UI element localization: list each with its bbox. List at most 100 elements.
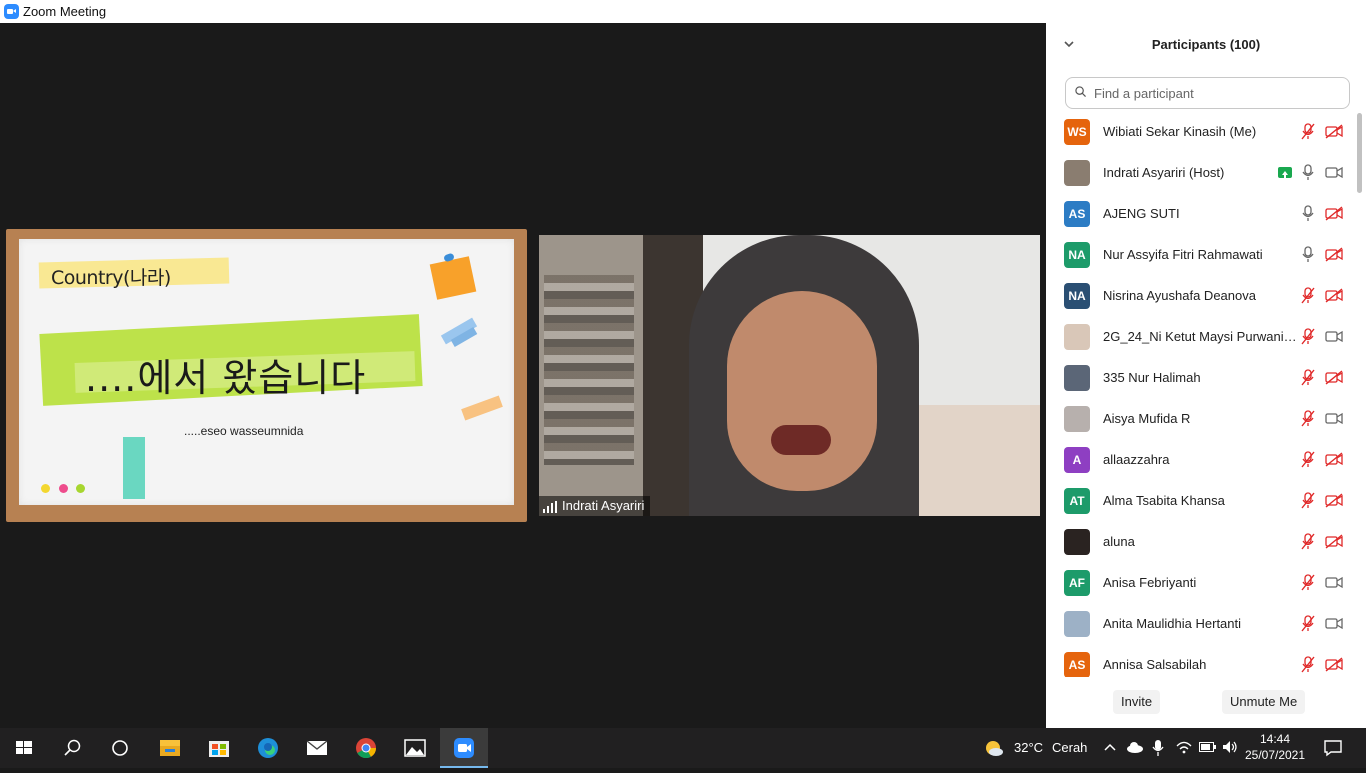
chevron-up-icon[interactable]	[1103, 742, 1117, 752]
muted-microphone-icon[interactable]	[1301, 451, 1315, 468]
slide-country-label: Country(나라)	[51, 267, 171, 289]
video-off-icon[interactable]	[1325, 657, 1343, 672]
slide-korean-text: ....에서 왔습니다	[85, 356, 367, 400]
teal-rectangle-decoration	[123, 437, 145, 499]
microsoft-store-icon[interactable]	[195, 728, 243, 768]
volume-icon[interactable]	[1222, 740, 1238, 754]
muted-microphone-icon[interactable]	[1301, 533, 1315, 550]
mail-icon[interactable]	[293, 728, 341, 768]
edge-icon[interactable]	[244, 728, 292, 768]
participant-name: Annisa Salsabilah	[1103, 657, 1207, 672]
weather-icon[interactable]	[984, 739, 1004, 757]
screen-share-indicator-icon	[1278, 167, 1292, 178]
video-off-icon[interactable]	[1325, 534, 1343, 549]
participant-list-scrollbar[interactable]	[1355, 111, 1363, 677]
weather-condition[interactable]: Cerah	[1052, 740, 1087, 755]
video-camera-icon[interactable]	[1325, 329, 1343, 344]
video-camera-icon[interactable]	[1325, 616, 1343, 631]
participants-title: Participants (100)	[1151, 37, 1261, 52]
video-participant-name: Indrati Asyariri	[562, 498, 645, 513]
participant-row[interactable]: Aallaazzahra	[1046, 439, 1356, 480]
participant-row[interactable]: AS Annisa Salsabilah	[1046, 644, 1356, 677]
participant-video[interactable]: Indrati Asyariri	[539, 235, 1040, 516]
participant-row[interactable]: Anita Maulidhia Hertanti	[1046, 603, 1356, 644]
video-camera-icon[interactable]	[1325, 575, 1343, 590]
onedrive-icon[interactable]	[1126, 741, 1144, 753]
chrome-icon[interactable]	[342, 728, 390, 768]
file-explorer-icon[interactable]	[146, 728, 194, 768]
participant-row[interactable]: NA Nur Assyifa Fitri Rahmawati	[1046, 234, 1356, 275]
shared-screen[interactable]: Country(나라) ....에서 왔습니다 .....eseo wasseu…	[6, 229, 527, 522]
video-off-icon[interactable]	[1325, 247, 1343, 262]
video-background-items	[544, 275, 634, 465]
microphone-icon[interactable]	[1301, 205, 1315, 222]
participant-row[interactable]: Indrati Asyariri (Host)	[1046, 152, 1356, 193]
participant-avatar: NA	[1064, 283, 1090, 309]
video-off-icon[interactable]	[1325, 370, 1343, 385]
participant-avatar	[1064, 529, 1090, 555]
video-off-icon[interactable]	[1325, 452, 1343, 467]
participant-name: Wibiati Sekar Kinasih (Me)	[1103, 124, 1257, 139]
invite-button[interactable]: Invite	[1113, 690, 1161, 714]
participant-search-input[interactable]	[1092, 83, 1346, 103]
participant-row[interactable]: Aisya Mufida R	[1046, 398, 1356, 439]
green-pin-icon	[76, 484, 85, 493]
participant-row[interactable]: NA Nisrina Ayushafa Deanova	[1046, 275, 1356, 316]
participant-row[interactable]: 335 Nur Halimah	[1046, 357, 1356, 398]
video-person-face	[727, 291, 877, 491]
participant-row[interactable]: WS Wibiati Sekar Kinasih (Me)	[1046, 111, 1356, 152]
muted-microphone-icon[interactable]	[1301, 615, 1315, 632]
video-off-icon[interactable]	[1325, 288, 1343, 303]
microphone-icon[interactable]	[1301, 164, 1315, 181]
participant-avatar	[1064, 160, 1090, 186]
weather-temperature[interactable]: 32°C	[1014, 740, 1043, 755]
scrollbar-thumb[interactable]	[1357, 113, 1362, 193]
participant-row[interactable]: AF Anisa Febriyanti	[1046, 562, 1356, 603]
muted-microphone-icon[interactable]	[1301, 410, 1315, 427]
wifi-icon[interactable]	[1176, 740, 1192, 754]
muted-microphone-icon[interactable]	[1301, 123, 1315, 140]
microphone-icon[interactable]	[1301, 246, 1315, 263]
participant-name: Anita Maulidhia Hertanti	[1103, 616, 1242, 631]
taskbar-clock[interactable]: 14:44 25/07/2021	[1240, 731, 1310, 763]
participant-row[interactable]: 2G_24_Ni Ketut Maysi Purwanin...	[1046, 316, 1356, 357]
task-view-icon[interactable]	[96, 728, 144, 768]
unmute-me-button[interactable]: Unmute Me	[1222, 690, 1306, 714]
participant-name: Alma Tsabita Khansa	[1103, 493, 1225, 508]
notification-icon[interactable]	[1323, 739, 1343, 757]
participant-name: 335 Nur Halimah	[1103, 370, 1201, 385]
search-icon[interactable]	[48, 728, 96, 768]
participant-name: AJENG SUTI	[1103, 206, 1180, 221]
slide-romanized-text: .....eseo wasseumnida	[184, 424, 304, 438]
muted-microphone-icon[interactable]	[1301, 328, 1315, 345]
participant-avatar: A	[1064, 447, 1090, 473]
muted-microphone-icon[interactable]	[1301, 656, 1315, 673]
participant-search-box[interactable]	[1065, 77, 1350, 109]
muted-microphone-icon[interactable]	[1301, 287, 1315, 304]
photos-icon[interactable]	[391, 728, 439, 768]
zoom-icon[interactable]	[440, 728, 488, 768]
participant-avatar	[1064, 406, 1090, 432]
zoom-logo-icon	[4, 4, 19, 19]
participant-name: Nur Assyifa Fitri Rahmawati	[1103, 247, 1263, 262]
participant-row[interactable]: AT Alma Tsabita Khansa	[1046, 480, 1356, 521]
participant-row[interactable]: aluna	[1046, 521, 1356, 562]
participant-row[interactable]: AS AJENG SUTI	[1046, 193, 1356, 234]
video-camera-icon[interactable]	[1325, 411, 1343, 426]
participant-avatar	[1064, 324, 1090, 350]
video-off-icon[interactable]	[1325, 493, 1343, 508]
orange-tape-decoration	[461, 395, 503, 421]
meeting-area: Country(나라) ....에서 왔습니다 .....eseo wasseu…	[0, 23, 1046, 728]
muted-microphone-icon[interactable]	[1301, 492, 1315, 509]
video-off-icon[interactable]	[1325, 124, 1343, 139]
participant-avatar: AF	[1064, 570, 1090, 596]
muted-microphone-icon[interactable]	[1301, 369, 1315, 386]
video-camera-icon[interactable]	[1325, 165, 1343, 180]
muted-microphone-icon[interactable]	[1301, 574, 1315, 591]
microphone-icon[interactable]	[1152, 740, 1164, 756]
participant-name: aluna	[1103, 534, 1135, 549]
windows-start-icon[interactable]	[0, 728, 48, 768]
participant-name: 2G_24_Ni Ketut Maysi Purwanin...	[1103, 329, 1298, 344]
battery-icon[interactable]	[1199, 742, 1217, 752]
video-off-icon[interactable]	[1325, 206, 1343, 221]
